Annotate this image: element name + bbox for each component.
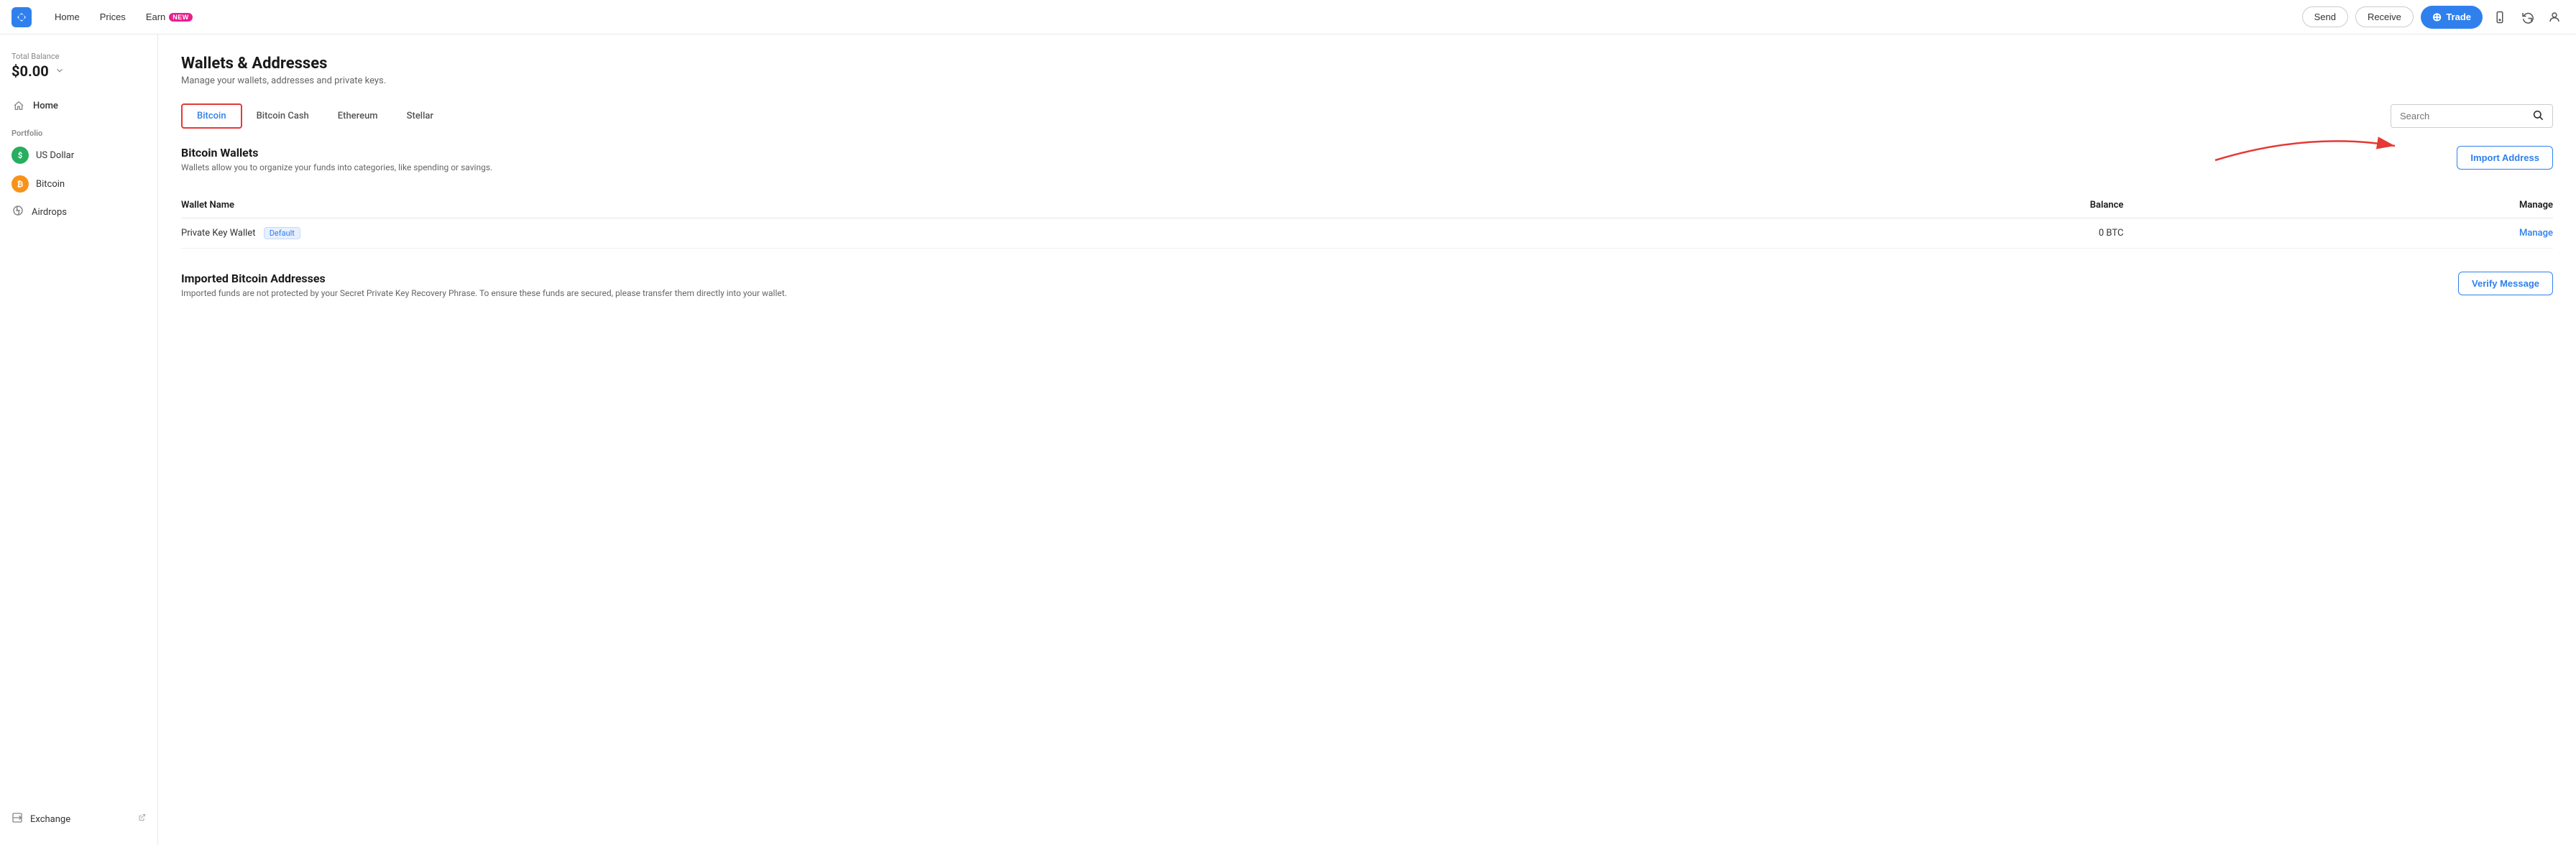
wallets-header-container: Bitcoin Wallets Wallets allow you to org…	[181, 146, 2553, 187]
layout: Total Balance $0.00 Home Portfolio $ US …	[0, 34, 2576, 845]
table-row: Private Key Wallet Default 0 BTC Manage	[181, 218, 2553, 249]
user-icon[interactable]	[2544, 7, 2564, 27]
earn-nav-link[interactable]: Earn NEW	[137, 7, 201, 27]
verify-message-button[interactable]: Verify Message	[2458, 272, 2553, 295]
send-button[interactable]: Send	[2302, 6, 2348, 27]
col-manage: Manage	[2123, 193, 2553, 218]
receive-button[interactable]: Receive	[2355, 6, 2414, 27]
tabs-row: Bitcoin Bitcoin Cash Ethereum Stellar	[181, 103, 2553, 129]
home-nav-link[interactable]: Home	[46, 7, 88, 27]
airdrops-icon	[12, 204, 24, 220]
sidebar-item-bitcoin[interactable]: ₿ Bitcoin	[0, 170, 157, 198]
earn-new-badge: NEW	[169, 13, 193, 22]
prices-nav-link[interactable]: Prices	[91, 7, 134, 27]
import-area: Import Address	[2457, 146, 2553, 170]
sidebar-home-label: Home	[33, 101, 58, 111]
topnav: Home Prices Earn NEW Send Receive ⊕ Trad…	[0, 0, 2576, 34]
wallets-header-text: Bitcoin Wallets Wallets allow you to org…	[181, 146, 492, 187]
bitcoin-label: Bitcoin	[36, 179, 65, 190]
search-button[interactable]	[2532, 109, 2544, 123]
plus-icon: ⊕	[2432, 10, 2442, 24]
page-subtitle: Manage your wallets, addresses and priva…	[181, 75, 2553, 86]
mobile-icon[interactable]	[2490, 7, 2510, 27]
tab-bitcoin-cash[interactable]: Bitcoin Cash	[242, 105, 323, 127]
wallet-manage-cell: Manage	[2123, 218, 2553, 249]
default-badge: Default	[264, 227, 300, 239]
topnav-links: Home Prices Earn NEW	[46, 7, 201, 27]
sidebar-bottom: Exchange	[0, 805, 157, 834]
refresh-icon[interactable]	[2517, 7, 2537, 27]
balance-amount: $0.00	[12, 63, 49, 80]
main-content: Wallets & Addresses Manage your wallets,…	[158, 34, 2576, 845]
total-balance-section: Total Balance $0.00	[0, 46, 157, 91]
bitcoin-wallets-title: Bitcoin Wallets	[181, 146, 492, 160]
tab-bitcoin[interactable]: Bitcoin	[181, 103, 242, 129]
imported-subtitle: Imported funds are not protected by your…	[181, 288, 787, 298]
search-input[interactable]	[2400, 111, 2526, 121]
airdrops-label: Airdrops	[32, 207, 67, 218]
home-icon	[12, 98, 26, 113]
sidebar-item-home[interactable]: Home	[0, 91, 157, 120]
wallet-name-text: Private Key Wallet	[181, 228, 255, 239]
wallets-header: Bitcoin Wallets Wallets allow you to org…	[181, 146, 2553, 187]
bitcoin-wallets-subtitle: Wallets allow you to organize your funds…	[181, 162, 492, 172]
external-link-icon	[137, 813, 146, 825]
page-title: Wallets & Addresses	[181, 55, 2553, 73]
search-box	[2391, 104, 2553, 128]
wallets-table: Wallet Name Balance Manage Private Key W…	[181, 193, 2553, 249]
sidebar-item-exchange[interactable]: Exchange	[0, 805, 157, 834]
topnav-right: Send Receive ⊕ Trade	[2302, 6, 2564, 29]
sidebar-item-airdrops[interactable]: Airdrops	[0, 198, 157, 226]
usd-label: US Dollar	[36, 150, 74, 161]
app-logo[interactable]	[12, 7, 32, 27]
wallet-balance-cell: 0 BTC	[1697, 218, 2123, 249]
imported-header-text: Imported Bitcoin Addresses Imported fund…	[181, 272, 787, 313]
trade-label: Trade	[2446, 11, 2471, 22]
col-balance: Balance	[1697, 193, 2123, 218]
col-wallet-name: Wallet Name	[181, 193, 1697, 218]
imported-title: Imported Bitcoin Addresses	[181, 272, 787, 285]
wallet-name-cell: Private Key Wallet Default	[181, 218, 1697, 249]
exchange-label: Exchange	[30, 814, 70, 825]
sidebar: Total Balance $0.00 Home Portfolio $ US …	[0, 34, 158, 845]
trade-button[interactable]: ⊕ Trade	[2421, 6, 2483, 29]
import-address-button[interactable]: Import Address	[2457, 146, 2553, 170]
btc-icon: ₿	[12, 175, 29, 193]
balance-chevron-button[interactable]	[53, 64, 66, 79]
tab-stellar[interactable]: Stellar	[392, 105, 448, 127]
exchange-icon	[12, 812, 23, 826]
sidebar-item-usd[interactable]: $ US Dollar	[0, 141, 157, 170]
earn-label: Earn	[146, 11, 165, 22]
portfolio-section-label: Portfolio	[0, 120, 157, 141]
tab-ethereum[interactable]: Ethereum	[323, 105, 392, 127]
imported-header: Imported Bitcoin Addresses Imported fund…	[181, 272, 2553, 313]
manage-link[interactable]: Manage	[2519, 228, 2553, 239]
usd-icon: $	[12, 147, 29, 164]
balance-label: Total Balance	[12, 52, 146, 61]
